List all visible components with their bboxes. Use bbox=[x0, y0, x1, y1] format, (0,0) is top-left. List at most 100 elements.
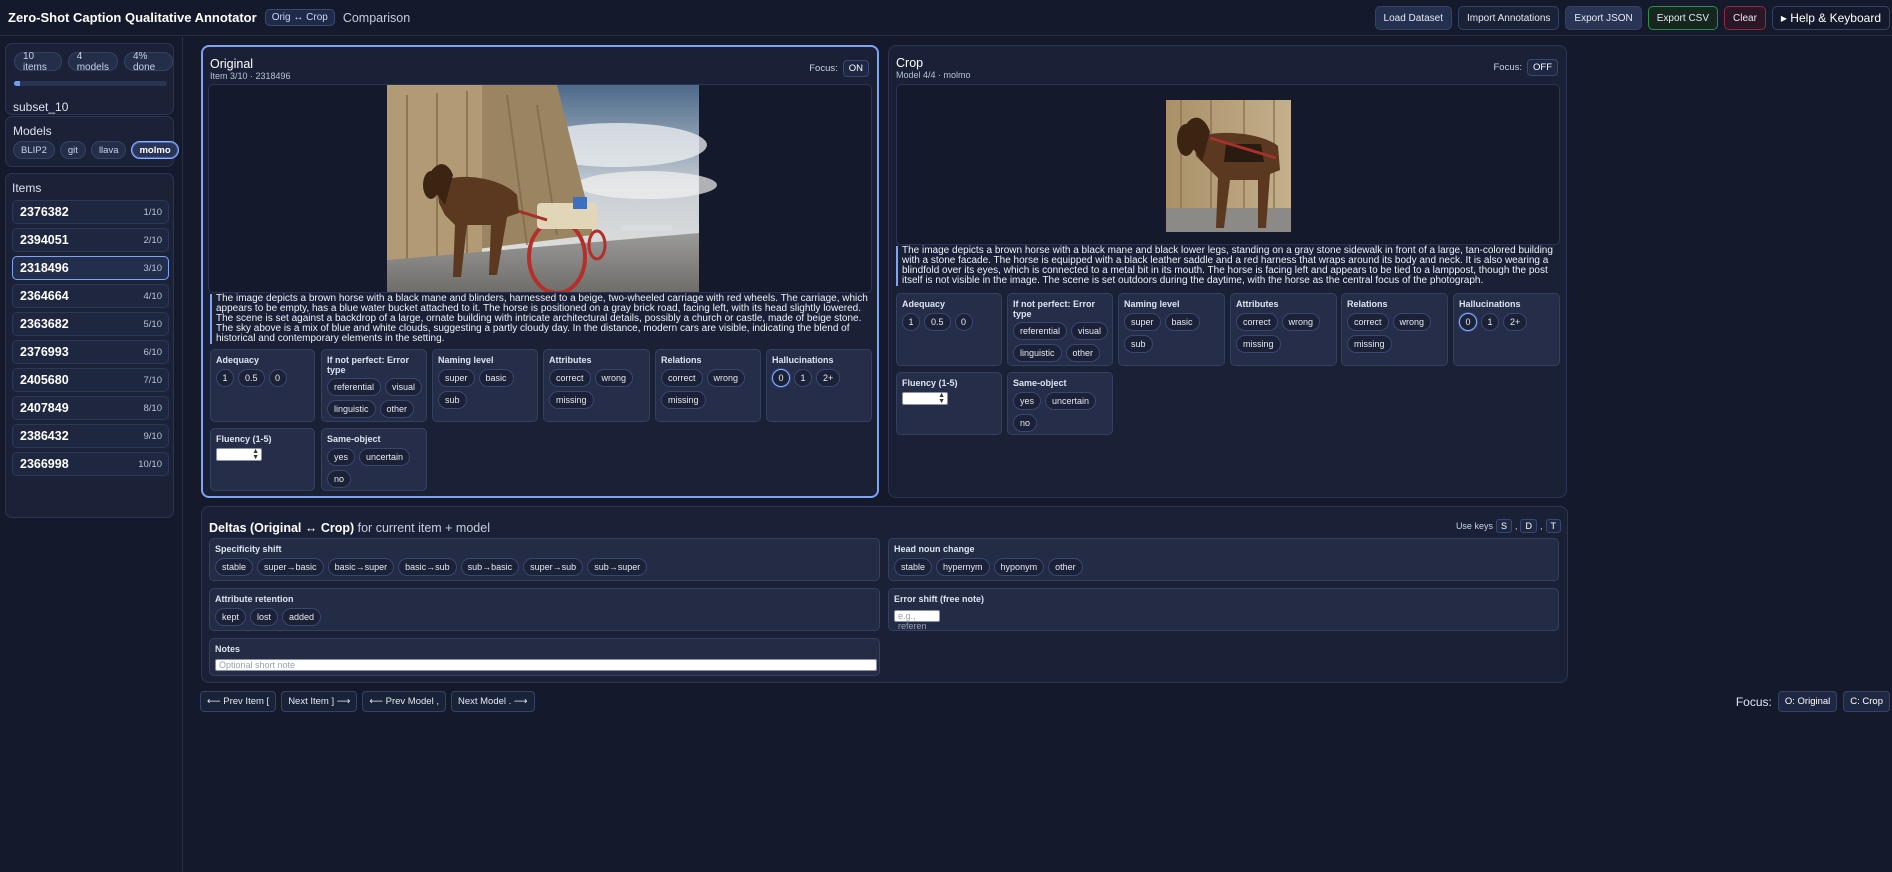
adequacy-option-0[interactable]: 0 bbox=[268, 369, 287, 387]
same-object-option-yes[interactable]: yes bbox=[327, 448, 356, 466]
naming-option-basic[interactable]: basic bbox=[1164, 313, 1200, 331]
hallucinations-option-0-selected[interactable]: 0 bbox=[772, 369, 790, 387]
original-panel[interactable]: Original Item 3/10 · 2318496 Focus: ON T… bbox=[201, 45, 879, 498]
error-option-other[interactable]: other bbox=[379, 400, 415, 418]
stepper-icon[interactable]: ▲ ▼ bbox=[938, 392, 945, 405]
adequacy-option-0[interactable]: 0 bbox=[954, 313, 973, 331]
load-dataset-button[interactable]: Load Dataset bbox=[1374, 6, 1453, 30]
error-type-question: If not perfect: Error type referential v… bbox=[321, 349, 427, 422]
naming-option-sub[interactable]: sub bbox=[438, 391, 467, 409]
fluency-input[interactable]: ▲ ▼ bbox=[902, 392, 948, 405]
clear-button[interactable]: Clear bbox=[1724, 6, 1766, 30]
export-csv-button[interactable]: Export CSV bbox=[1647, 6, 1719, 30]
error-option-visual[interactable]: visual bbox=[385, 378, 423, 396]
list-item[interactable]: 2394051 2/10 bbox=[12, 228, 169, 252]
same-object-option-no[interactable]: no bbox=[327, 470, 352, 488]
import-annotations-button[interactable]: Import Annotations bbox=[1458, 6, 1560, 30]
list-item[interactable]: 2376382 1/10 bbox=[12, 200, 169, 224]
specificity-option-basic-sub[interactable]: basic→sub bbox=[398, 558, 457, 576]
attributes-option-missing[interactable]: missing bbox=[1236, 335, 1281, 353]
error-option-other[interactable]: other bbox=[1065, 344, 1101, 362]
focus-crop-button[interactable]: C: Crop bbox=[1843, 691, 1890, 712]
head-noun-option-stable[interactable]: stable bbox=[894, 558, 933, 576]
specificity-option-basic-super[interactable]: basic→super bbox=[327, 558, 395, 576]
relations-option-correct[interactable]: correct bbox=[661, 369, 703, 387]
naming-option-super[interactable]: super bbox=[438, 369, 475, 387]
relations-option-wrong[interactable]: wrong bbox=[1392, 313, 1432, 331]
error-option-referential[interactable]: referential bbox=[1013, 322, 1068, 340]
error-option-linguistic[interactable]: linguistic bbox=[1013, 344, 1062, 362]
export-json-button[interactable]: Export JSON bbox=[1565, 6, 1642, 30]
mode-badge: Orig ↔ Crop bbox=[264, 9, 335, 26]
item-position: 10/10 bbox=[138, 458, 162, 470]
error-option-referential[interactable]: referential bbox=[327, 378, 382, 396]
list-item-selected[interactable]: 2318496 3/10 bbox=[12, 256, 169, 280]
list-item[interactable]: 2376993 6/10 bbox=[12, 340, 169, 364]
specificity-option-super-sub[interactable]: super→sub bbox=[523, 558, 584, 576]
naming-option-super[interactable]: super bbox=[1124, 313, 1161, 331]
help-keyboard-button[interactable]: ▸ Help & Keyboard bbox=[1771, 6, 1890, 30]
retention-option-added[interactable]: added bbox=[282, 608, 322, 626]
same-object-option-yes[interactable]: yes bbox=[1013, 392, 1042, 410]
hallucinations-option-0-selected[interactable]: 0 bbox=[1459, 313, 1477, 331]
head-noun-option-hyponym[interactable]: hyponym bbox=[993, 558, 1045, 576]
list-item[interactable]: 2407849 8/10 bbox=[12, 396, 169, 420]
same-object-option-uncertain[interactable]: uncertain bbox=[359, 448, 411, 466]
hallucinations-option-2plus[interactable]: 2+ bbox=[816, 369, 841, 387]
relations-option-wrong[interactable]: wrong bbox=[706, 369, 746, 387]
attributes-option-correct[interactable]: correct bbox=[1236, 313, 1278, 331]
attributes-option-wrong[interactable]: wrong bbox=[1281, 313, 1321, 331]
next-model-button[interactable]: Next Model . ⟶ bbox=[450, 691, 535, 712]
model-chip-git[interactable]: git bbox=[59, 141, 86, 159]
notes-input[interactable]: Optional short note bbox=[215, 659, 877, 671]
attributes-option-missing[interactable]: missing bbox=[549, 391, 594, 409]
model-chip-llava[interactable]: llava bbox=[90, 141, 127, 159]
hallucinations-option-1[interactable]: 1 bbox=[794, 369, 812, 387]
prev-item-button[interactable]: ⟵ Prev Item [ bbox=[200, 691, 277, 712]
adequacy-option-1[interactable]: 1 bbox=[902, 313, 920, 331]
focus-toggle[interactable]: OFF bbox=[1527, 59, 1558, 76]
model-chip-molmo[interactable]: molmo bbox=[131, 141, 179, 159]
hallucinations-option-1[interactable]: 1 bbox=[1481, 313, 1499, 331]
specificity-option-super-basic[interactable]: super→basic bbox=[257, 558, 324, 576]
retention-option-kept[interactable]: kept bbox=[215, 608, 247, 626]
focus-toggle[interactable]: ON bbox=[842, 60, 869, 77]
relations-option-missing[interactable]: missing bbox=[661, 391, 706, 409]
error-option-visual[interactable]: visual bbox=[1071, 322, 1109, 340]
relations-option-missing[interactable]: missing bbox=[1347, 335, 1392, 353]
error-option-linguistic[interactable]: linguistic bbox=[327, 400, 376, 418]
head-noun-option-other[interactable]: other bbox=[1048, 558, 1083, 576]
deltas-title-main: Deltas (Original ↔ Crop) bbox=[209, 521, 355, 535]
next-item-button[interactable]: Next Item ] ⟶ bbox=[281, 691, 358, 712]
prev-model-button[interactable]: ⟵ Prev Model , bbox=[362, 691, 446, 712]
adequacy-option-0-5[interactable]: 0.5 bbox=[924, 313, 951, 331]
stepper-icon[interactable]: ▲ ▼ bbox=[252, 448, 259, 461]
models-count-chip: 4 models bbox=[67, 51, 118, 73]
attributes-option-wrong[interactable]: wrong bbox=[594, 369, 634, 387]
model-chip-blip2[interactable]: BLIP2 bbox=[13, 141, 55, 159]
naming-option-sub[interactable]: sub bbox=[1124, 335, 1153, 353]
list-item[interactable]: 2405680 7/10 bbox=[12, 368, 169, 392]
adequacy-option-1[interactable]: 1 bbox=[216, 369, 234, 387]
attributes-option-correct[interactable]: correct bbox=[549, 369, 591, 387]
error-shift-input[interactable]: e.g., referen bbox=[894, 610, 940, 631]
list-item[interactable]: 2364664 4/10 bbox=[12, 284, 169, 308]
focus-original-button[interactable]: O: Original bbox=[1777, 691, 1838, 712]
hallucinations-option-2plus[interactable]: 2+ bbox=[1503, 313, 1528, 331]
same-object-option-no[interactable]: no bbox=[1013, 414, 1038, 432]
crop-panel[interactable]: Crop Model 4/4 · molmo Focus: OFF The im… bbox=[888, 45, 1567, 498]
question-label: Relations bbox=[1347, 299, 1388, 309]
relations-option-correct[interactable]: correct bbox=[1347, 313, 1389, 331]
same-object-option-uncertain[interactable]: uncertain bbox=[1045, 392, 1097, 410]
naming-option-basic[interactable]: basic bbox=[478, 369, 514, 387]
specificity-option-sub-basic[interactable]: sub→basic bbox=[460, 558, 520, 576]
specificity-option-sub-super[interactable]: sub→super bbox=[587, 558, 648, 576]
specificity-option-stable[interactable]: stable bbox=[215, 558, 254, 576]
list-item[interactable]: 2366998 10/10 bbox=[12, 452, 169, 476]
head-noun-option-hypernym[interactable]: hypernym bbox=[936, 558, 990, 576]
retention-option-lost[interactable]: lost bbox=[250, 608, 279, 626]
fluency-input[interactable]: ▲ ▼ bbox=[216, 448, 262, 461]
list-item[interactable]: 2386432 9/10 bbox=[12, 424, 169, 448]
adequacy-option-0-5[interactable]: 0.5 bbox=[238, 369, 265, 387]
list-item[interactable]: 2363682 5/10 bbox=[12, 312, 169, 336]
